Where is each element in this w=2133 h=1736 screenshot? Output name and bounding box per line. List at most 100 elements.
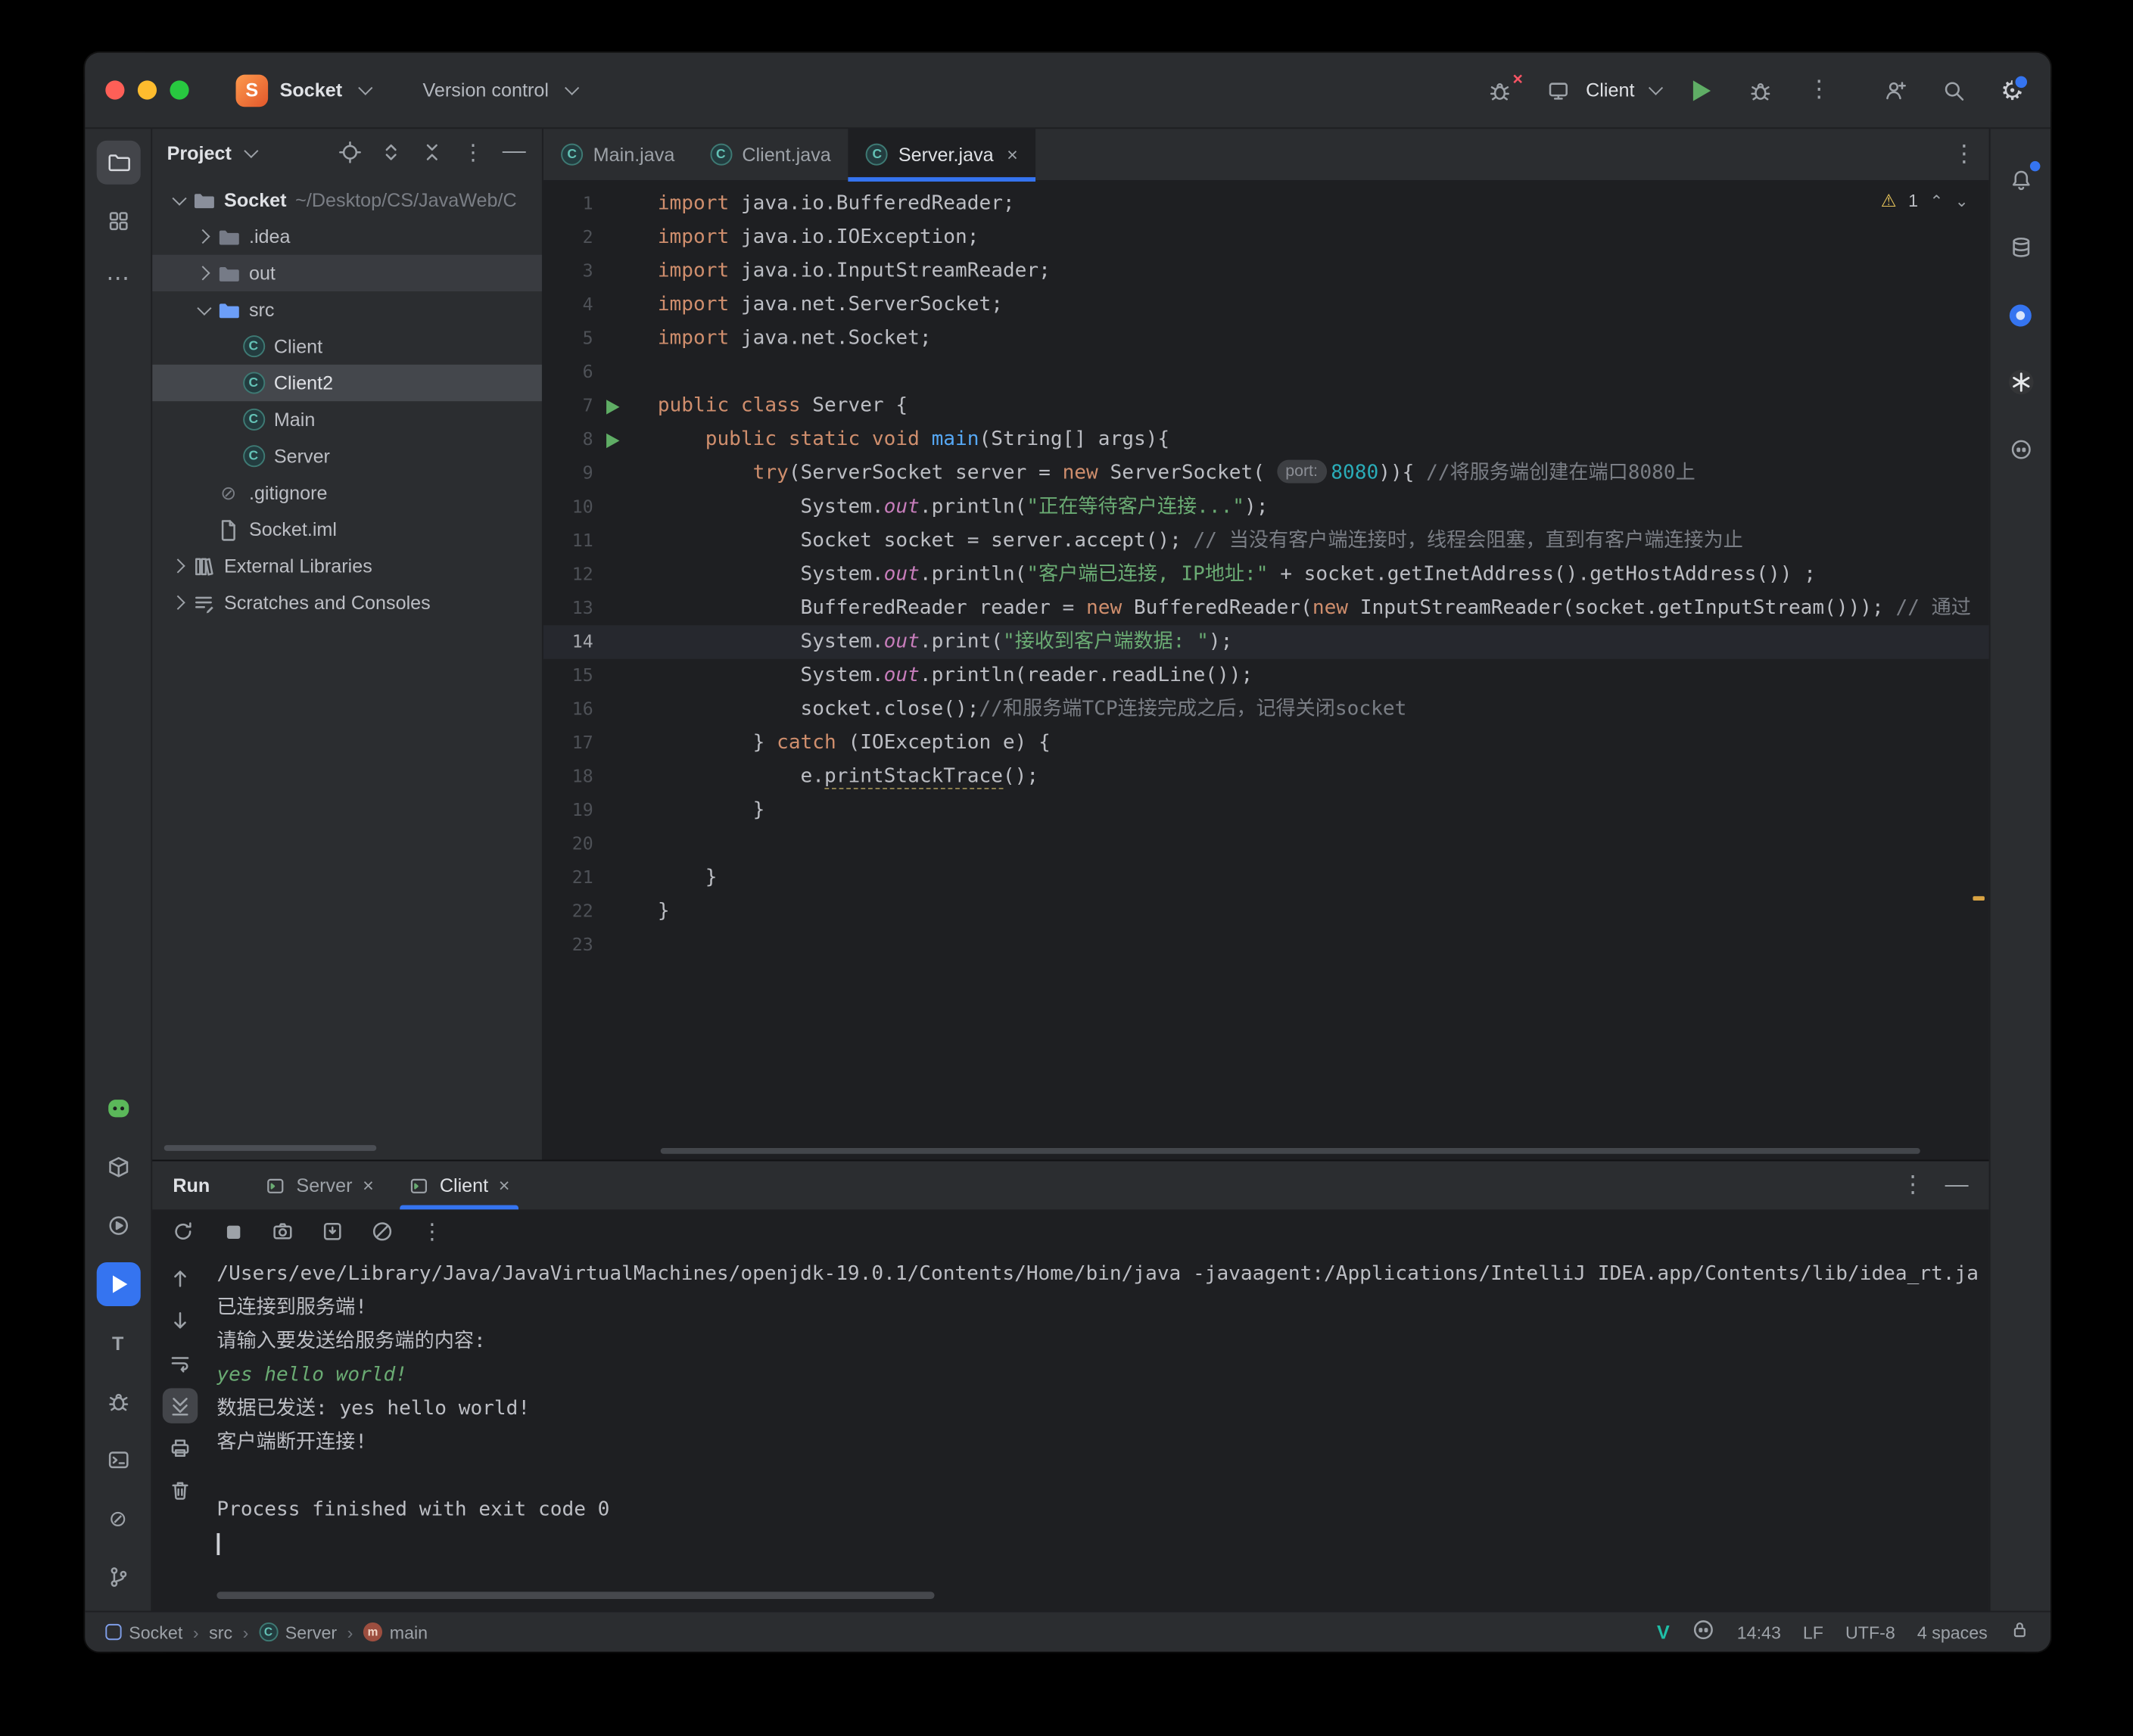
code-line-5[interactable]: 5 import java.net.Socket; bbox=[543, 322, 1989, 356]
tree-item-socket[interactable]: Socket ~/Desktop/CS/JavaWeb/C bbox=[152, 182, 542, 218]
debug-tool-button[interactable] bbox=[96, 1380, 140, 1423]
hide-run-panel-button[interactable]: — bbox=[1945, 1172, 1969, 1199]
line-number[interactable]: 7 bbox=[543, 390, 593, 424]
line-number[interactable]: 12 bbox=[543, 558, 593, 592]
copilot-status-icon[interactable] bbox=[1692, 1618, 1715, 1646]
copilot-plugin-icon[interactable] bbox=[1998, 428, 2042, 471]
ai-chat-plugin-icon[interactable] bbox=[1998, 360, 2042, 404]
code-line-10[interactable]: 10 System.out.println("正在等待客户连接..."); bbox=[543, 490, 1989, 524]
tab-list-button[interactable]: ⋮ bbox=[1939, 129, 1989, 180]
tree-chevron-icon[interactable] bbox=[192, 300, 215, 315]
code-line-1[interactable]: 1 import java.io.BufferedReader; bbox=[543, 188, 1989, 222]
debug-button[interactable] bbox=[1743, 73, 1778, 107]
project-options-button[interactable]: ⋮ bbox=[460, 139, 487, 166]
stop-button[interactable] bbox=[216, 1215, 249, 1248]
run-gutter-icon[interactable] bbox=[606, 399, 620, 414]
console-output[interactable]: /Users/eve/Library/Java/JavaVirtualMachi… bbox=[208, 1252, 1989, 1610]
dump-button[interactable] bbox=[316, 1215, 349, 1248]
line-number[interactable]: 20 bbox=[543, 827, 593, 861]
tree-chevron-icon[interactable] bbox=[167, 595, 191, 610]
code-line-17[interactable]: 17 } catch (IOException e) { bbox=[543, 726, 1989, 761]
breadcrumb-src[interactable]: src bbox=[209, 1622, 232, 1642]
indent-setting[interactable]: 4 spaces bbox=[1917, 1622, 1988, 1642]
breadcrumb-main[interactable]: m main bbox=[363, 1622, 428, 1642]
tree-item-socket-iml[interactable]: Socket.iml bbox=[152, 511, 542, 547]
run-more-button[interactable]: ⋮ bbox=[416, 1215, 449, 1248]
tree-item-scratches-and-consoles[interactable]: Scratches and Consoles bbox=[152, 584, 542, 621]
project-widget[interactable]: S Socket bbox=[235, 73, 372, 107]
code-with-me-button[interactable] bbox=[1878, 73, 1913, 107]
run-button[interactable] bbox=[1684, 73, 1719, 107]
file-encoding[interactable]: UTF-8 bbox=[1845, 1622, 1895, 1642]
close-tab-icon[interactable]: × bbox=[499, 1174, 510, 1196]
run-options-button[interactable]: ⋮ bbox=[1901, 1173, 1925, 1197]
line-number[interactable]: 1 bbox=[543, 188, 593, 222]
tree-item-server[interactable]: C Server bbox=[152, 438, 542, 474]
dependencies-icon[interactable] bbox=[96, 1145, 140, 1189]
code-line-6[interactable]: 6 bbox=[543, 356, 1989, 390]
code-line-18[interactable]: 18 e.printStackTrace(); bbox=[543, 760, 1989, 794]
more-tools-button[interactable]: ⋯ bbox=[96, 258, 140, 302]
warning-stripe-mark[interactable] bbox=[1973, 896, 1985, 901]
collapse-all-button[interactable] bbox=[419, 139, 445, 166]
more-actions-button[interactable]: ⋮ bbox=[1801, 73, 1836, 107]
line-number[interactable]: 16 bbox=[543, 692, 593, 726]
tree-item-client2[interactable]: C Client2 bbox=[152, 364, 542, 402]
code-line-12[interactable]: 12 System.out.println("客户端已连接, IP地址:" + … bbox=[543, 558, 1989, 592]
code-line-20[interactable]: 20 bbox=[543, 827, 1989, 861]
code-line-19[interactable]: 19 } bbox=[543, 794, 1989, 828]
vcs-widget[interactable]: Version control bbox=[423, 79, 579, 101]
inspection-widget[interactable]: ⚠ 1 ⌃ ⌄ bbox=[1881, 191, 1969, 211]
project-tool-button[interactable] bbox=[95, 140, 140, 185]
close-window-button[interactable] bbox=[105, 80, 125, 100]
tree-chevron-icon[interactable] bbox=[167, 190, 191, 205]
run-gutter-icon[interactable] bbox=[606, 432, 620, 448]
line-number[interactable]: 19 bbox=[543, 794, 593, 828]
line-separator[interactable]: LF bbox=[1803, 1622, 1823, 1642]
line-number[interactable]: 3 bbox=[543, 255, 593, 289]
line-number[interactable]: 23 bbox=[543, 929, 593, 963]
line-number[interactable]: 6 bbox=[543, 356, 593, 390]
code-line-8[interactable]: 8 public static void main(String[] args)… bbox=[543, 423, 1989, 457]
tree-chevron-icon[interactable] bbox=[167, 558, 191, 574]
caret-position[interactable]: 14:43 bbox=[1737, 1622, 1781, 1642]
tree-chevron-icon[interactable] bbox=[192, 266, 215, 281]
next-problem-button[interactable]: ⌄ bbox=[1955, 191, 1969, 210]
close-tab-icon[interactable]: × bbox=[1007, 144, 1018, 166]
prev-problem-button[interactable]: ⌃ bbox=[1929, 191, 1943, 210]
zoom-window-button[interactable] bbox=[170, 80, 189, 100]
run-tool-button[interactable] bbox=[95, 1262, 140, 1307]
code-line-2[interactable]: 2 import java.io.IOException; bbox=[543, 221, 1989, 255]
code-editor[interactable]: ⚠ 1 ⌃ ⌄ 1 import java.io.BufferedReader; 2… bbox=[543, 182, 1989, 1142]
clear-output-button[interactable] bbox=[366, 1215, 399, 1248]
line-number[interactable]: 10 bbox=[543, 490, 593, 524]
inspections-widget[interactable]: × bbox=[1482, 68, 1523, 107]
line-number[interactable]: 9 bbox=[543, 457, 593, 491]
code-line-13[interactable]: 13 BufferedReader reader = new BufferedR… bbox=[543, 592, 1989, 626]
settings-button[interactable]: ⚙ bbox=[1994, 72, 2030, 107]
line-number[interactable]: 21 bbox=[543, 861, 593, 895]
plugin-v-icon[interactable]: V bbox=[1657, 1621, 1670, 1643]
line-number[interactable]: 4 bbox=[543, 288, 593, 322]
console-hscrollbar[interactable] bbox=[216, 1591, 935, 1600]
next-trace-button[interactable] bbox=[163, 1303, 198, 1338]
line-number[interactable]: 8 bbox=[543, 423, 593, 457]
code-line-7[interactable]: 7 public class Server { bbox=[543, 390, 1989, 424]
rerun-button[interactable] bbox=[167, 1215, 200, 1248]
todo-tool-button[interactable]: T bbox=[96, 1321, 140, 1364]
project-panel-hscrollbar[interactable] bbox=[163, 1145, 377, 1151]
lock-icon[interactable] bbox=[2010, 1619, 2030, 1644]
line-number[interactable]: 14 bbox=[543, 625, 593, 659]
tree-item-out[interactable]: out bbox=[152, 254, 542, 292]
terminal-tool-button[interactable] bbox=[96, 1438, 140, 1482]
problems-tool-button[interactable]: ⊘ bbox=[96, 1497, 140, 1541]
line-number[interactable]: 15 bbox=[543, 659, 593, 693]
locate-file-button[interactable] bbox=[337, 139, 363, 166]
run-tab-client[interactable]: Client × bbox=[391, 1161, 528, 1210]
plugin-blue-icon[interactable] bbox=[1998, 293, 2042, 337]
clear-console-button[interactable] bbox=[163, 1473, 198, 1508]
expand-all-button[interactable] bbox=[378, 139, 404, 166]
notifications-button[interactable] bbox=[1998, 158, 2042, 202]
tree-item-idea[interactable]: .idea bbox=[152, 218, 542, 254]
line-number[interactable]: 2 bbox=[543, 221, 593, 255]
